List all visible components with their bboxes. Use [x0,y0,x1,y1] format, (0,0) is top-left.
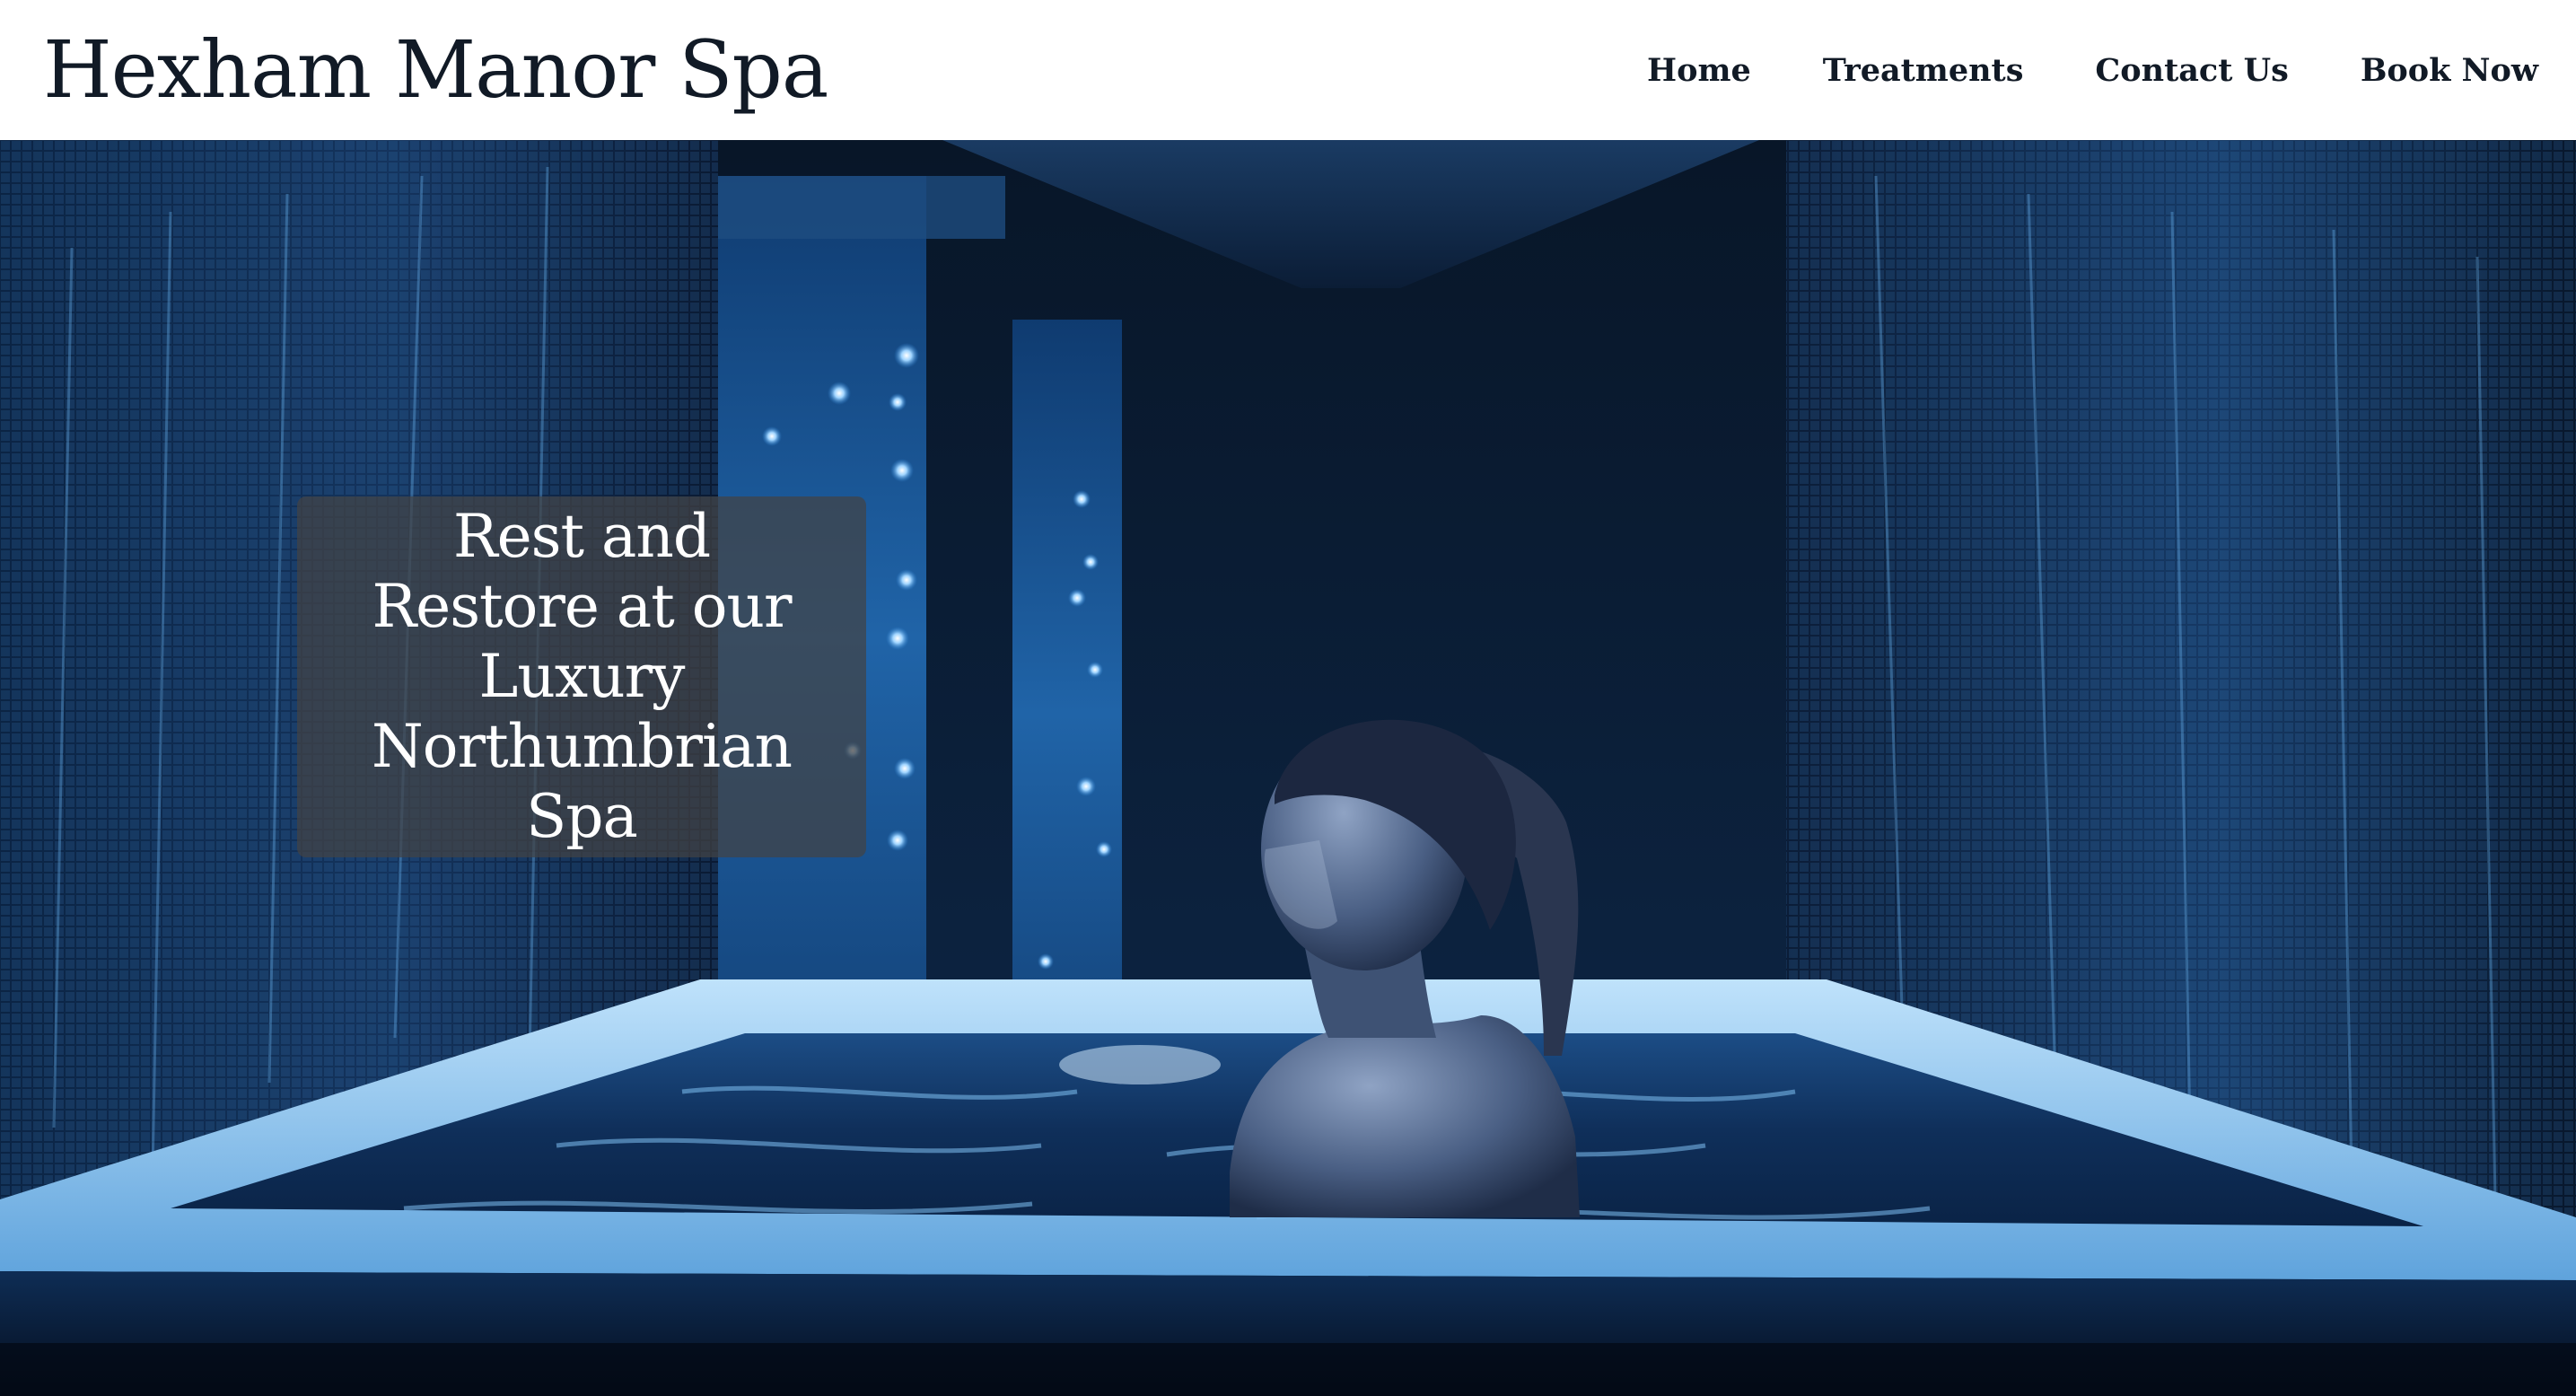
hero-banner: Rest and Restore at our Luxury Northumbr… [0,140,2576,1396]
nav-book-now-link[interactable]: Book Now [2361,52,2538,89]
main-nav: Home Treatments Contact Us Book Now [1647,52,2538,89]
nav-contact-link[interactable]: Contact Us [2095,52,2288,89]
hero-caption: Rest and Restore at our Luxury Northumbr… [372,502,793,851]
hero-caption-box: Rest and Restore at our Luxury Northumbr… [297,496,866,857]
site-header: Hexham Manor Spa Home Treatments Contact… [0,0,2576,140]
nav-treatments-link[interactable]: Treatments [1823,52,2024,89]
nav-home-link[interactable]: Home [1647,52,1751,89]
site-title[interactable]: Hexham Manor Spa [43,31,828,110]
